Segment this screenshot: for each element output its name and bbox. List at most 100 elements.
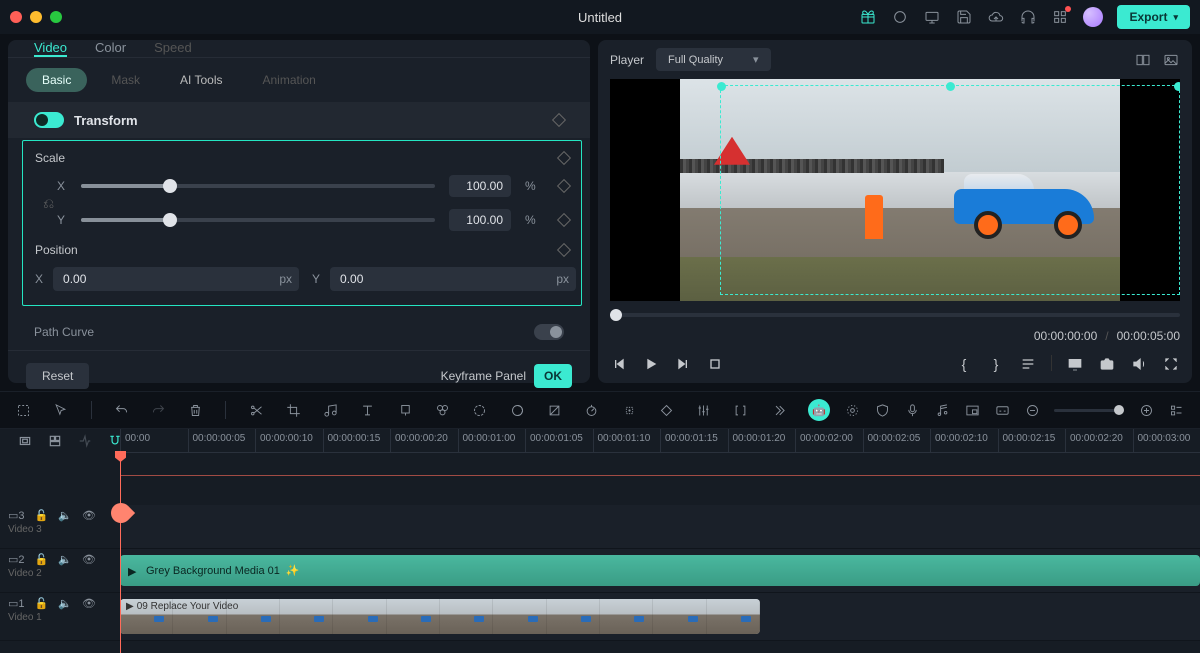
transform-keyframe-icon[interactable] xyxy=(552,113,566,127)
shield-icon[interactable] xyxy=(874,402,890,418)
track-lock-icon[interactable]: 🔓 xyxy=(35,553,49,566)
scale-x-keyframe-icon[interactable] xyxy=(557,179,571,193)
snapshot-icon[interactable] xyxy=(1098,355,1116,373)
prev-frame-button[interactable] xyxy=(610,355,628,373)
stop-button[interactable] xyxy=(706,355,724,373)
audio-icon[interactable] xyxy=(934,402,950,418)
position-x-input[interactable]: 0.00 xyxy=(53,267,299,291)
ai-assistant-icon[interactable]: 🤖 xyxy=(808,399,830,421)
export-button[interactable]: Export xyxy=(1117,5,1190,29)
subtab-basic[interactable]: Basic xyxy=(26,68,87,92)
view-mode-icon[interactable] xyxy=(1168,402,1184,418)
marker-icon[interactable] xyxy=(398,402,413,418)
scale-y-slider[interactable] xyxy=(81,218,435,222)
clip-background[interactable]: ▶ Grey Background Media 01 ✨ xyxy=(120,555,1200,586)
subtab-animation[interactable]: Animation xyxy=(246,68,331,92)
delete-icon[interactable] xyxy=(188,402,203,418)
tracking-icon[interactable] xyxy=(621,402,636,418)
selection-tool-icon[interactable] xyxy=(16,402,31,418)
save-icon[interactable] xyxy=(955,8,973,26)
speed-icon[interactable] xyxy=(584,402,599,418)
zoom-in-icon[interactable] xyxy=(1138,402,1154,418)
crop-icon[interactable] xyxy=(286,402,301,418)
compare-icon[interactable] xyxy=(1134,51,1152,69)
scale-x-slider[interactable] xyxy=(81,184,435,188)
player-scrubber[interactable] xyxy=(610,305,1180,325)
selection-handles[interactable] xyxy=(720,85,1180,295)
next-frame-button[interactable] xyxy=(674,355,692,373)
keyframe-panel-label[interactable]: Keyframe Panel xyxy=(441,369,526,383)
ai-tool-icon[interactable] xyxy=(472,402,487,418)
quality-dropdown[interactable]: Full Quality xyxy=(656,48,771,71)
path-curve-toggle[interactable] xyxy=(534,324,564,340)
adjust-icon[interactable] xyxy=(696,402,711,418)
scale-x-value[interactable]: 100.00 xyxy=(449,175,511,197)
mask-icon[interactable] xyxy=(547,402,562,418)
track-body-2[interactable]: ▶ Grey Background Media 01 ✨ xyxy=(120,549,1200,592)
scale-y-value[interactable]: 100.00 xyxy=(449,209,511,231)
preview-canvas[interactable] xyxy=(610,79,1180,301)
list-icon[interactable] xyxy=(1019,355,1037,373)
track-visibility-icon[interactable]: 👁 xyxy=(82,509,96,522)
play-button[interactable] xyxy=(642,355,660,373)
volume-icon[interactable] xyxy=(1130,355,1148,373)
color-icon[interactable] xyxy=(509,402,524,418)
close-window-button[interactable] xyxy=(10,11,22,23)
maximize-window-button[interactable] xyxy=(50,11,62,23)
monitor-icon[interactable] xyxy=(923,8,941,26)
pointer-tool-icon[interactable] xyxy=(53,402,68,418)
caption-icon[interactable] xyxy=(994,402,1010,418)
tl-icon-2[interactable] xyxy=(48,434,62,448)
more-tools-icon[interactable] xyxy=(771,402,786,418)
scale-y-keyframe-icon[interactable] xyxy=(557,213,571,227)
subtab-mask[interactable]: Mask xyxy=(95,68,156,92)
track-visibility-icon[interactable]: 👁 xyxy=(82,553,96,566)
apps-icon[interactable] xyxy=(1051,8,1069,26)
mark-in-icon[interactable]: { xyxy=(955,355,973,373)
track-mute-icon[interactable]: 🔈 xyxy=(58,509,72,522)
scale-keyframe-icon[interactable] xyxy=(557,151,571,165)
timeline-ruler[interactable]: 00:00 00:00:00:05 00:00:00:10 00:00:00:1… xyxy=(120,429,1200,453)
redo-icon[interactable] xyxy=(151,402,166,418)
record-icon[interactable] xyxy=(891,8,909,26)
headphones-icon[interactable] xyxy=(1019,8,1037,26)
tl-icon-3[interactable] xyxy=(78,434,92,448)
mark-out-icon[interactable]: } xyxy=(987,355,1005,373)
user-avatar[interactable] xyxy=(1083,7,1103,27)
position-y-input[interactable]: 0.00 xyxy=(330,267,576,291)
track-video-icon[interactable]: ▭3 xyxy=(8,509,25,522)
tl-snap-icon[interactable] xyxy=(108,434,122,448)
picture-icon[interactable] xyxy=(1162,51,1180,69)
pip-icon[interactable] xyxy=(964,402,980,418)
track-video-icon[interactable]: ▭2 xyxy=(8,553,25,566)
gift-icon[interactable] xyxy=(859,8,877,26)
gear-icon[interactable] xyxy=(844,402,860,418)
tab-video[interactable]: Video xyxy=(34,40,67,57)
tab-color[interactable]: Color xyxy=(95,40,126,57)
display-icon[interactable] xyxy=(1066,355,1084,373)
brackets-icon[interactable] xyxy=(733,402,748,418)
position-keyframe-icon[interactable] xyxy=(557,243,571,257)
track-video-icon[interactable]: ▭1 xyxy=(8,597,25,610)
playhead[interactable] xyxy=(120,451,121,653)
track-visibility-icon[interactable]: 👁 xyxy=(82,597,96,610)
keyframe-tool-icon[interactable] xyxy=(659,402,674,418)
subtab-ai-tools[interactable]: AI Tools xyxy=(164,68,238,92)
track-mute-icon[interactable]: 🔈 xyxy=(58,597,72,610)
track-lock-icon[interactable]: 🔓 xyxy=(35,597,49,610)
track-body-3[interactable] xyxy=(120,505,1200,548)
track-body-1[interactable]: ▶09 Replace Your Video xyxy=(120,593,1200,640)
zoom-out-icon[interactable] xyxy=(1024,402,1040,418)
tl-icon-1[interactable] xyxy=(18,434,32,448)
music-icon[interactable] xyxy=(323,402,338,418)
link-axes-icon[interactable]: ⎌ xyxy=(43,195,54,212)
mic-icon[interactable] xyxy=(904,402,920,418)
tab-speed[interactable]: Speed xyxy=(154,40,192,57)
reset-button[interactable]: Reset xyxy=(26,363,89,389)
fullscreen-icon[interactable] xyxy=(1162,355,1180,373)
text-icon[interactable] xyxy=(360,402,375,418)
clip-media[interactable]: ▶09 Replace Your Video xyxy=(120,599,760,634)
minimize-window-button[interactable] xyxy=(30,11,42,23)
transform-toggle[interactable] xyxy=(34,112,64,128)
track-lock-icon[interactable]: 🔓 xyxy=(35,509,49,522)
